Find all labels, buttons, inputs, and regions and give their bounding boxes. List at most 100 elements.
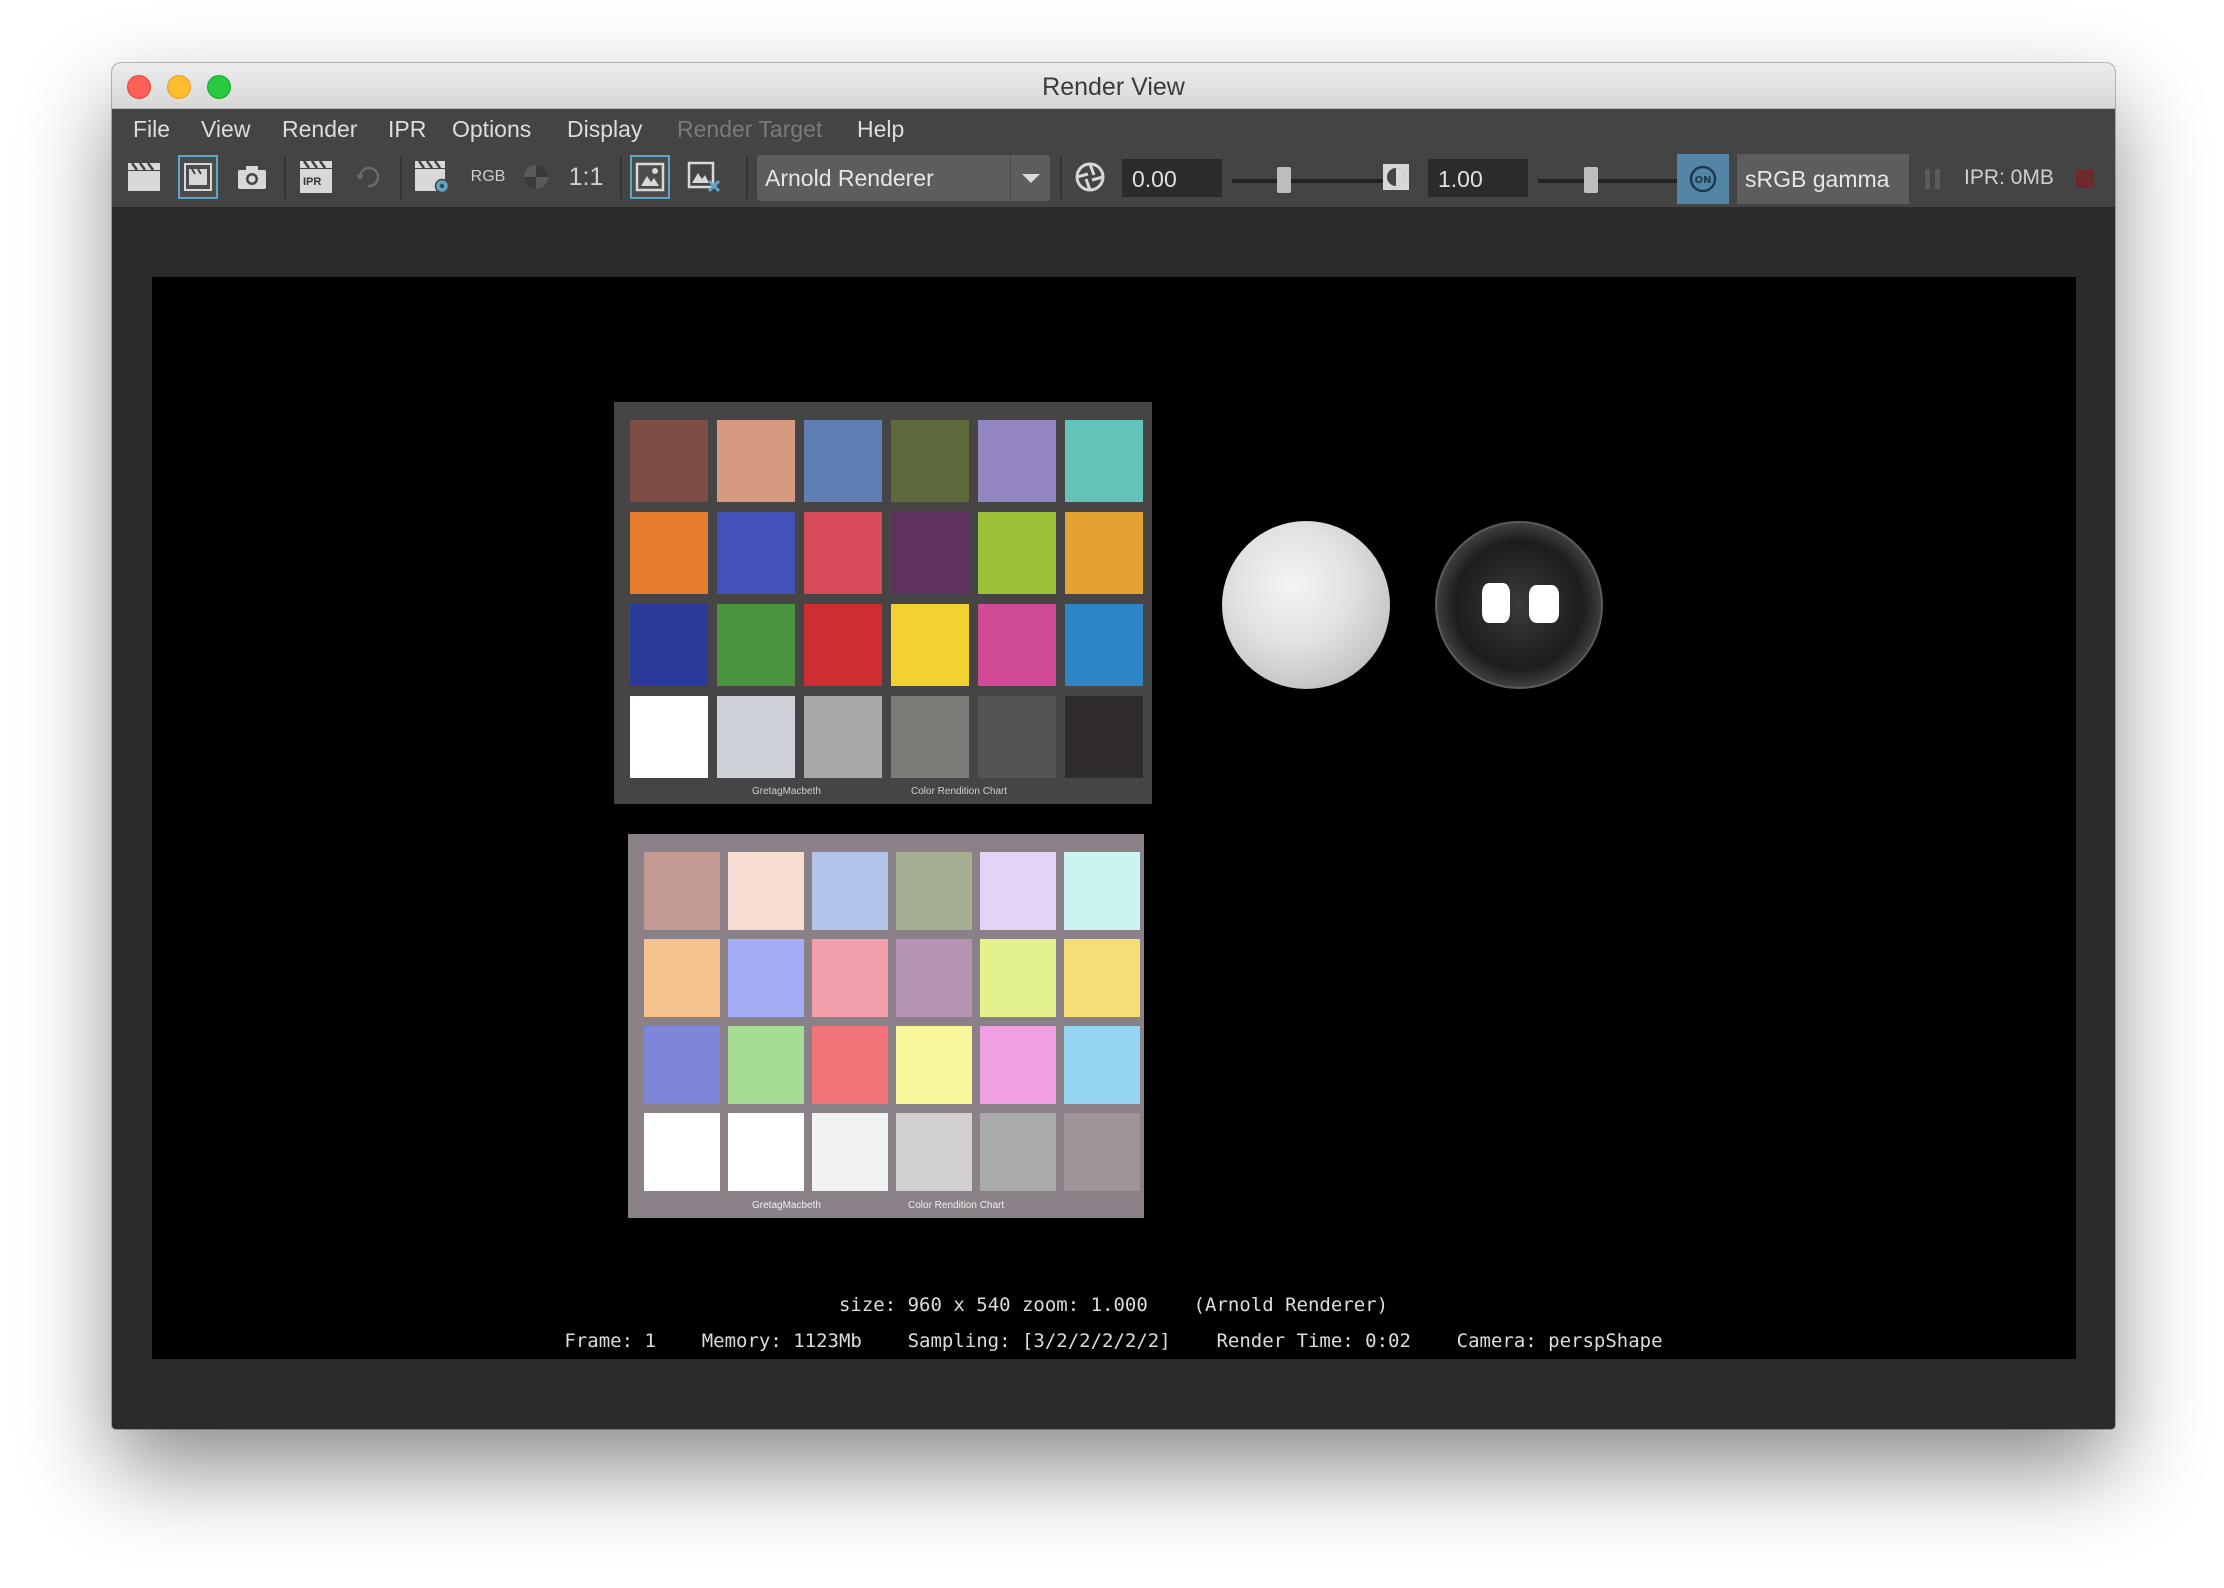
color-patch xyxy=(630,604,708,686)
clapboard-icon xyxy=(128,162,160,191)
menu-render[interactable]: Render xyxy=(282,116,357,143)
gamma-reset-button[interactable] xyxy=(1376,155,1416,199)
color-patch xyxy=(1065,696,1143,778)
color-patch xyxy=(644,1026,720,1104)
chart-bottom-caption-left: GretagMacbeth xyxy=(752,1200,821,1211)
menu-options[interactable]: Options xyxy=(452,116,531,143)
alpha-channel-button[interactable] xyxy=(516,155,556,199)
color-patch xyxy=(728,1026,804,1104)
ipr-memory-label: IPR: 0MB xyxy=(1964,166,2054,189)
exposure-reset-button[interactable] xyxy=(1070,155,1110,199)
render-view-window: Render View File View Render IPR Options… xyxy=(112,63,2115,1429)
alpha-channel-icon xyxy=(524,165,548,189)
camera-icon xyxy=(238,166,266,189)
gamma-slider-handle[interactable] xyxy=(1584,167,1598,193)
toolbar: IPR RGB 1:1 Arnold Renderer 0.00 1.00 ON… xyxy=(112,149,2115,207)
color-patch xyxy=(812,852,888,930)
real-size-button[interactable]: 1:1 xyxy=(564,155,608,199)
renderer-dropdown-arrow[interactable] xyxy=(1010,155,1050,201)
color-patch xyxy=(812,1113,888,1191)
color-management-toggle[interactable]: ON xyxy=(1677,154,1729,204)
render-settings-button[interactable] xyxy=(410,155,454,199)
exposure-slider[interactable] xyxy=(1232,179,1387,183)
exposure-field[interactable]: 0.00 xyxy=(1122,159,1222,197)
menu-bar: File View Render IPR Options Display Ren… xyxy=(112,109,2115,149)
color-patch xyxy=(891,604,969,686)
menu-file[interactable]: File xyxy=(133,116,170,143)
color-patch xyxy=(630,420,708,502)
chart-top-caption-right: Color Rendition Chart xyxy=(911,786,1008,797)
keep-image-icon xyxy=(635,162,665,192)
toolbar-separator xyxy=(1060,157,1062,199)
renderer-dropdown[interactable]: Arnold Renderer xyxy=(757,155,1050,201)
color-patch xyxy=(891,420,969,502)
color-patch xyxy=(812,1026,888,1104)
color-patch xyxy=(644,939,720,1017)
render-info-line: size: 960 x 540 zoom: 1.000 (Arnold Rend… xyxy=(838,1294,1389,1316)
color-patch xyxy=(896,1026,972,1104)
refresh-ipr-button xyxy=(348,155,388,199)
color-patch xyxy=(1064,939,1140,1017)
rgb-channel-label: RGB xyxy=(470,168,506,185)
color-patch xyxy=(980,852,1056,930)
view-transform-field[interactable]: sRGB gamma xyxy=(1737,154,1909,204)
exposure-slider-handle[interactable] xyxy=(1277,167,1291,193)
color-management-on-icon: ON xyxy=(1689,165,1717,193)
gamma-slider[interactable] xyxy=(1538,179,1693,183)
real-size-label: 1:1 xyxy=(568,162,604,191)
color-patch xyxy=(717,696,795,778)
render-region-button[interactable] xyxy=(178,155,218,199)
color-patch xyxy=(644,1113,720,1191)
color-patch xyxy=(804,696,882,778)
color-patch xyxy=(891,696,969,778)
keep-image-button[interactable] xyxy=(630,155,670,199)
color-patch xyxy=(717,604,795,686)
renderer-dropdown-value: Arnold Renderer xyxy=(765,165,934,191)
color-patch xyxy=(1064,1026,1140,1104)
color-patch xyxy=(896,1113,972,1191)
aperture-icon xyxy=(1075,162,1105,192)
color-patch xyxy=(980,1113,1056,1191)
window-title: Render View xyxy=(1042,73,1185,101)
color-patch xyxy=(1065,604,1143,686)
gamma-field[interactable]: 1.00 xyxy=(1428,159,1528,197)
stop-ipr-icon[interactable] xyxy=(2076,170,2094,188)
chevron-down-icon xyxy=(1022,174,1040,183)
title-bar[interactable]: Render View xyxy=(112,63,2115,109)
color-patch xyxy=(978,696,1056,778)
render-stats-line: Frame: 1 Memory: 1123Mb Sampling: [3/2/2… xyxy=(564,1330,1663,1352)
color-patch xyxy=(728,1113,804,1191)
color-patch xyxy=(630,696,708,778)
color-patch xyxy=(728,939,804,1017)
menu-ipr[interactable]: IPR xyxy=(388,116,426,143)
color-management-toggle-label: ON xyxy=(1695,175,1712,186)
remove-image-icon xyxy=(687,161,721,193)
diffuse-sphere xyxy=(1222,521,1390,689)
snapshot-button[interactable] xyxy=(232,155,272,199)
menu-help[interactable]: Help xyxy=(857,116,904,143)
color-patch xyxy=(644,852,720,930)
color-patch xyxy=(804,512,882,594)
ipr-button-label: IPR xyxy=(303,176,322,188)
color-patch xyxy=(728,852,804,930)
toolbar-separator xyxy=(746,157,748,199)
remove-image-button[interactable] xyxy=(684,155,724,199)
color-patch xyxy=(978,512,1056,594)
color-patch xyxy=(1065,512,1143,594)
pause-ipr-icon[interactable] xyxy=(1925,169,1941,189)
color-patch xyxy=(717,420,795,502)
menu-display[interactable]: Display xyxy=(567,116,642,143)
rendered-image[interactable]: GretagMacbeth Color Rendition Chart Gret… xyxy=(152,277,2076,1359)
color-patch xyxy=(812,939,888,1017)
display-channel-button[interactable]: RGB xyxy=(468,155,508,199)
menu-view[interactable]: View xyxy=(201,116,250,143)
color-patch xyxy=(896,852,972,930)
render-settings-icon xyxy=(415,160,450,194)
color-patch xyxy=(896,939,972,1017)
chart-bottom-caption-right: Color Rendition Chart xyxy=(908,1200,1005,1211)
contrast-icon xyxy=(1383,164,1409,190)
toolbar-separator xyxy=(620,157,622,199)
color-patch xyxy=(978,604,1056,686)
redo-render-button[interactable] xyxy=(124,155,164,199)
ipr-render-button[interactable]: IPR xyxy=(294,155,338,199)
